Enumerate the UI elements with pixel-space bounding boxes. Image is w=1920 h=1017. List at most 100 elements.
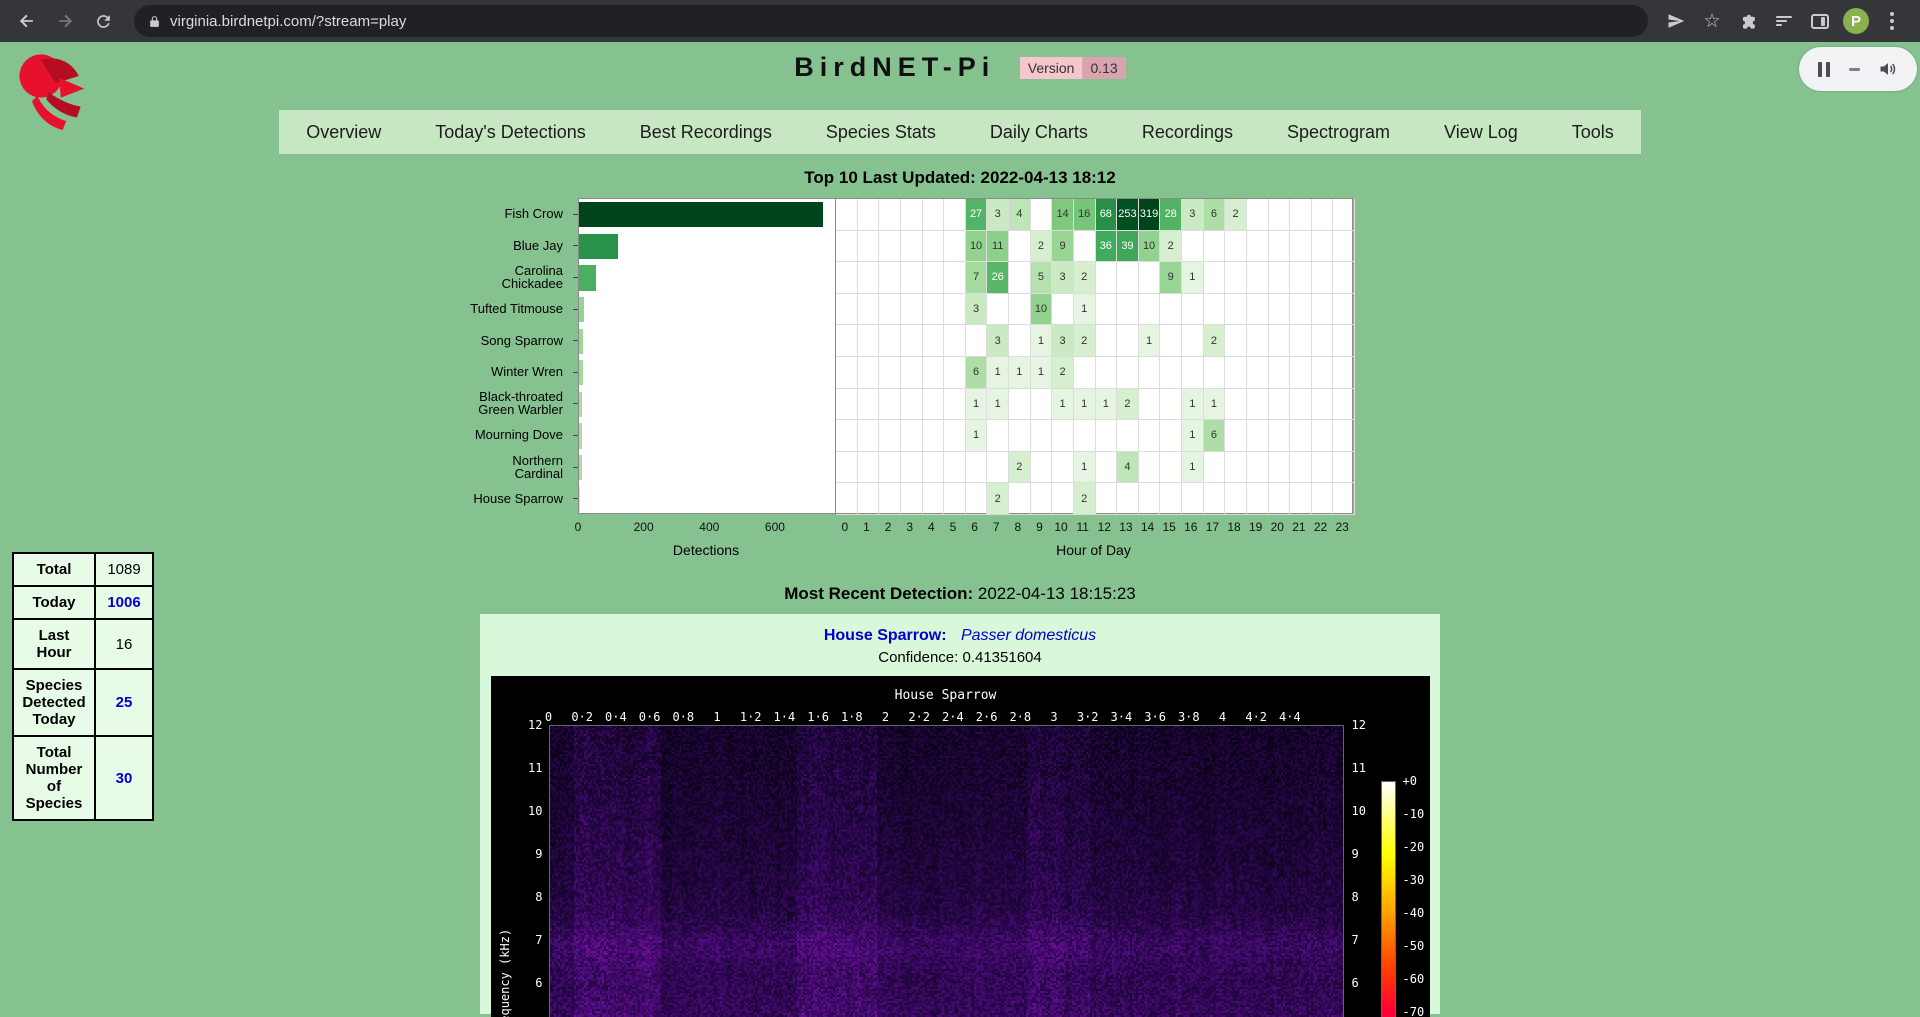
nav-item-spectrogram[interactable]: Spectrogram <box>1260 122 1417 143</box>
heatmap-cell <box>923 199 945 231</box>
extensions-button[interactable] <box>1734 7 1762 35</box>
nav-item-recordings[interactable]: Recordings <box>1115 122 1260 143</box>
spectrogram-image: House Sparrow Frequency (kHz) 00·20·40·6… <box>491 676 1430 1017</box>
most-recent-label: Most Recent Detection: <box>784 584 973 603</box>
heatmap-cell <box>1117 357 1139 389</box>
bar-mourning-dove <box>579 423 582 448</box>
spec-x-tick: 1 <box>713 710 720 724</box>
heatmap-cell <box>1269 420 1291 452</box>
profile-button[interactable]: P <box>1842 7 1870 35</box>
heatmap-cell: 3 <box>987 199 1009 231</box>
spec-x-tick: 2 <box>882 710 889 724</box>
nav-item-best-recordings[interactable]: Best Recordings <box>613 122 799 143</box>
back-icon <box>17 11 37 31</box>
seek-handle[interactable] <box>1849 68 1860 71</box>
heatmap-cell <box>944 325 966 357</box>
send-to-device-button[interactable] <box>1662 7 1690 35</box>
heatmap-cell <box>944 262 966 294</box>
heatmap-cell <box>1182 231 1204 263</box>
heatmap-cell <box>1074 231 1096 263</box>
heatmap-cell <box>1225 231 1247 263</box>
spec-y-tick-left: 11 <box>507 761 543 775</box>
heat-x-tick: 23 <box>1336 520 1349 534</box>
heatmap-cell <box>1312 389 1334 421</box>
heatmap-cell: 1 <box>1182 389 1204 421</box>
stats-row-today: Today1006 <box>13 586 153 619</box>
spec-x-tick: 3·6 <box>1144 710 1166 724</box>
heat-x-tick: 11 <box>1076 520 1088 534</box>
heat-x-tick: 17 <box>1206 520 1219 534</box>
heatmap-cell <box>1139 483 1161 515</box>
bar-axis-label: Detections <box>673 542 739 558</box>
heatmap-cell <box>1160 294 1182 326</box>
heatmap-cell <box>1096 452 1118 484</box>
heatmap-cell: 4 <box>1117 452 1139 484</box>
species-label-carolina-chickadee: Carolina Chickadee <box>442 261 572 293</box>
species-label-fish-crow: Fish Crow <box>442 198 572 230</box>
spec-y-tick-right: 7 <box>1352 933 1359 947</box>
colorbar-tick: -60 <box>1403 972 1425 986</box>
heatmap-cell <box>1333 231 1355 263</box>
address-bar[interactable]: virginia.birdnetpi.com/?stream=play <box>134 5 1648 37</box>
heatmap-cell: 4 <box>1009 199 1031 231</box>
forward-button[interactable] <box>48 4 82 38</box>
y-tick-mark <box>573 372 578 373</box>
heat-axis-label: Hour of Day <box>1056 542 1131 558</box>
heatmap-cell <box>901 325 923 357</box>
bookmark-button[interactable]: ☆ <box>1698 7 1726 35</box>
spec-y-tick-left: 10 <box>507 804 543 818</box>
heatmap-cell <box>944 483 966 515</box>
stats-value-species-detected-today[interactable]: 25 <box>116 694 133 711</box>
stats-value-today[interactable]: 1006 <box>107 594 140 611</box>
heatmap-cell <box>1009 294 1031 326</box>
heatmap-cell <box>1204 262 1226 294</box>
heatmap-cell: 2 <box>1204 325 1226 357</box>
species-label-mourning-dove: Mourning Dove <box>442 419 572 451</box>
bar-black-throated-green-warbler <box>579 392 582 417</box>
filter-lines-icon <box>1776 14 1792 28</box>
spec-y-tick-right: 12 <box>1352 718 1366 732</box>
volume-button[interactable] <box>1878 59 1898 79</box>
spectrogram-canvas <box>549 725 1344 1017</box>
spec-x-tick: 0·4 <box>605 710 627 724</box>
heatmap-cell: 2 <box>1052 357 1074 389</box>
stats-label: Total Number of Species <box>13 736 95 820</box>
heatmap-cell <box>1333 420 1355 452</box>
back-button[interactable] <box>10 4 44 38</box>
heatmap-cell <box>1312 452 1334 484</box>
side-panel-icon <box>1811 14 1829 29</box>
pause-button[interactable] <box>1818 62 1830 77</box>
nav-item-overview[interactable]: Overview <box>279 122 408 143</box>
heatmap-cell <box>1009 325 1031 357</box>
spec-x-tick: 0·6 <box>639 710 661 724</box>
heatmap-cell <box>1117 420 1139 452</box>
nav-item-species-stats[interactable]: Species Stats <box>799 122 963 143</box>
heatmap-cell: 11 <box>987 231 1009 263</box>
heatmap-cell <box>836 483 858 515</box>
heatmap-cell <box>1269 199 1291 231</box>
nav-item-view-log[interactable]: View Log <box>1417 122 1545 143</box>
send-icon <box>1667 12 1685 30</box>
reload-button[interactable] <box>86 4 120 38</box>
nav-item-tools[interactable]: Tools <box>1545 122 1641 143</box>
heatmap-cell: 1 <box>1182 262 1204 294</box>
spec-x-tick: 1·6 <box>807 710 829 724</box>
heatmap-cell <box>1247 420 1269 452</box>
heatmap-cell <box>1052 420 1074 452</box>
heatmap-cell <box>858 199 880 231</box>
heatmap-cell <box>1333 452 1355 484</box>
nav-item-daily-charts[interactable]: Daily Charts <box>963 122 1115 143</box>
y-tick-mark <box>573 245 578 246</box>
bar-fish-crow <box>579 202 823 227</box>
stats-value-total-number-of-species[interactable]: 30 <box>116 770 133 787</box>
heatmap-cell <box>836 420 858 452</box>
heatmap-cell: 1 <box>1009 357 1031 389</box>
browser-menu-button[interactable] <box>1878 7 1906 35</box>
heatmap-cell <box>1160 357 1182 389</box>
heatmap-cell: 2 <box>1225 199 1247 231</box>
side-panel-button[interactable] <box>1806 7 1834 35</box>
heatmap-cell <box>944 389 966 421</box>
heatmap-cell <box>1182 483 1204 515</box>
extension-action-button[interactable] <box>1770 7 1798 35</box>
nav-item-today-s-detections[interactable]: Today's Detections <box>408 122 613 143</box>
